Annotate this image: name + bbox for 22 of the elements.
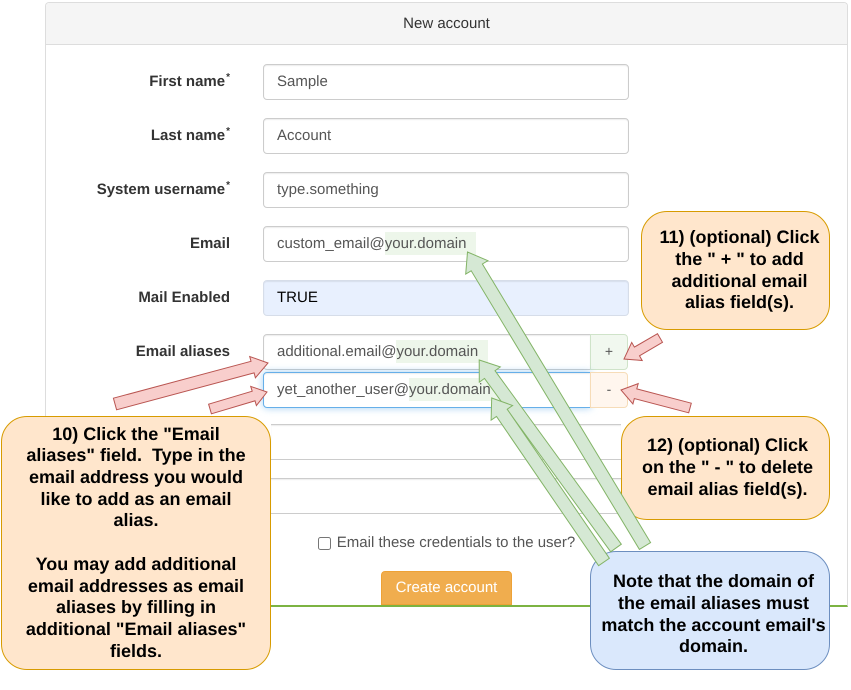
callout-text: You may add additional email addresses as email aliases by filling in additional "Email aliases" fields. [24, 554, 248, 662]
field-label: First name$^{*}$ [148, 71, 230, 92]
checkbox[interactable] [318, 536, 331, 550]
field-label: Mail Enabled [137, 288, 230, 308]
callout-text: 11) (optional) Click the " + " to add additional email alias field(s). [658, 227, 821, 314]
callout-text: 10) Click the "Email aliases" field. Type in the email address you would like to add as an email alias. [25, 424, 247, 532]
input-field[interactable]: Account [263, 118, 629, 154]
input-field[interactable]: custom_email@your.domain [263, 226, 629, 262]
field-label: Email [188, 234, 230, 254]
field-label: System username$^{*}$ [96, 179, 230, 200]
input-field[interactable]: Sample [263, 64, 629, 100]
field-label: Email aliases [134, 342, 230, 362]
input-field[interactable]: additional.email@your.domain [263, 334, 591, 370]
add-button[interactable]: + [590, 334, 628, 370]
note-text: Note that the domain of the email aliases must match the account email's domain. [600, 571, 827, 658]
field-label: Last name$^{*}$ [150, 125, 230, 146]
input-field[interactable]: type.something [263, 172, 629, 208]
input-field[interactable]: TRUE [263, 280, 629, 316]
panel-title: New account [403, 14, 490, 34]
checkbox-label: Email these credentials to the user? [336, 533, 576, 554]
remove-button[interactable]: - [590, 372, 628, 408]
callout-text: 12) (optional) Click on the " - " to delete email alias field(s). [640, 435, 814, 501]
